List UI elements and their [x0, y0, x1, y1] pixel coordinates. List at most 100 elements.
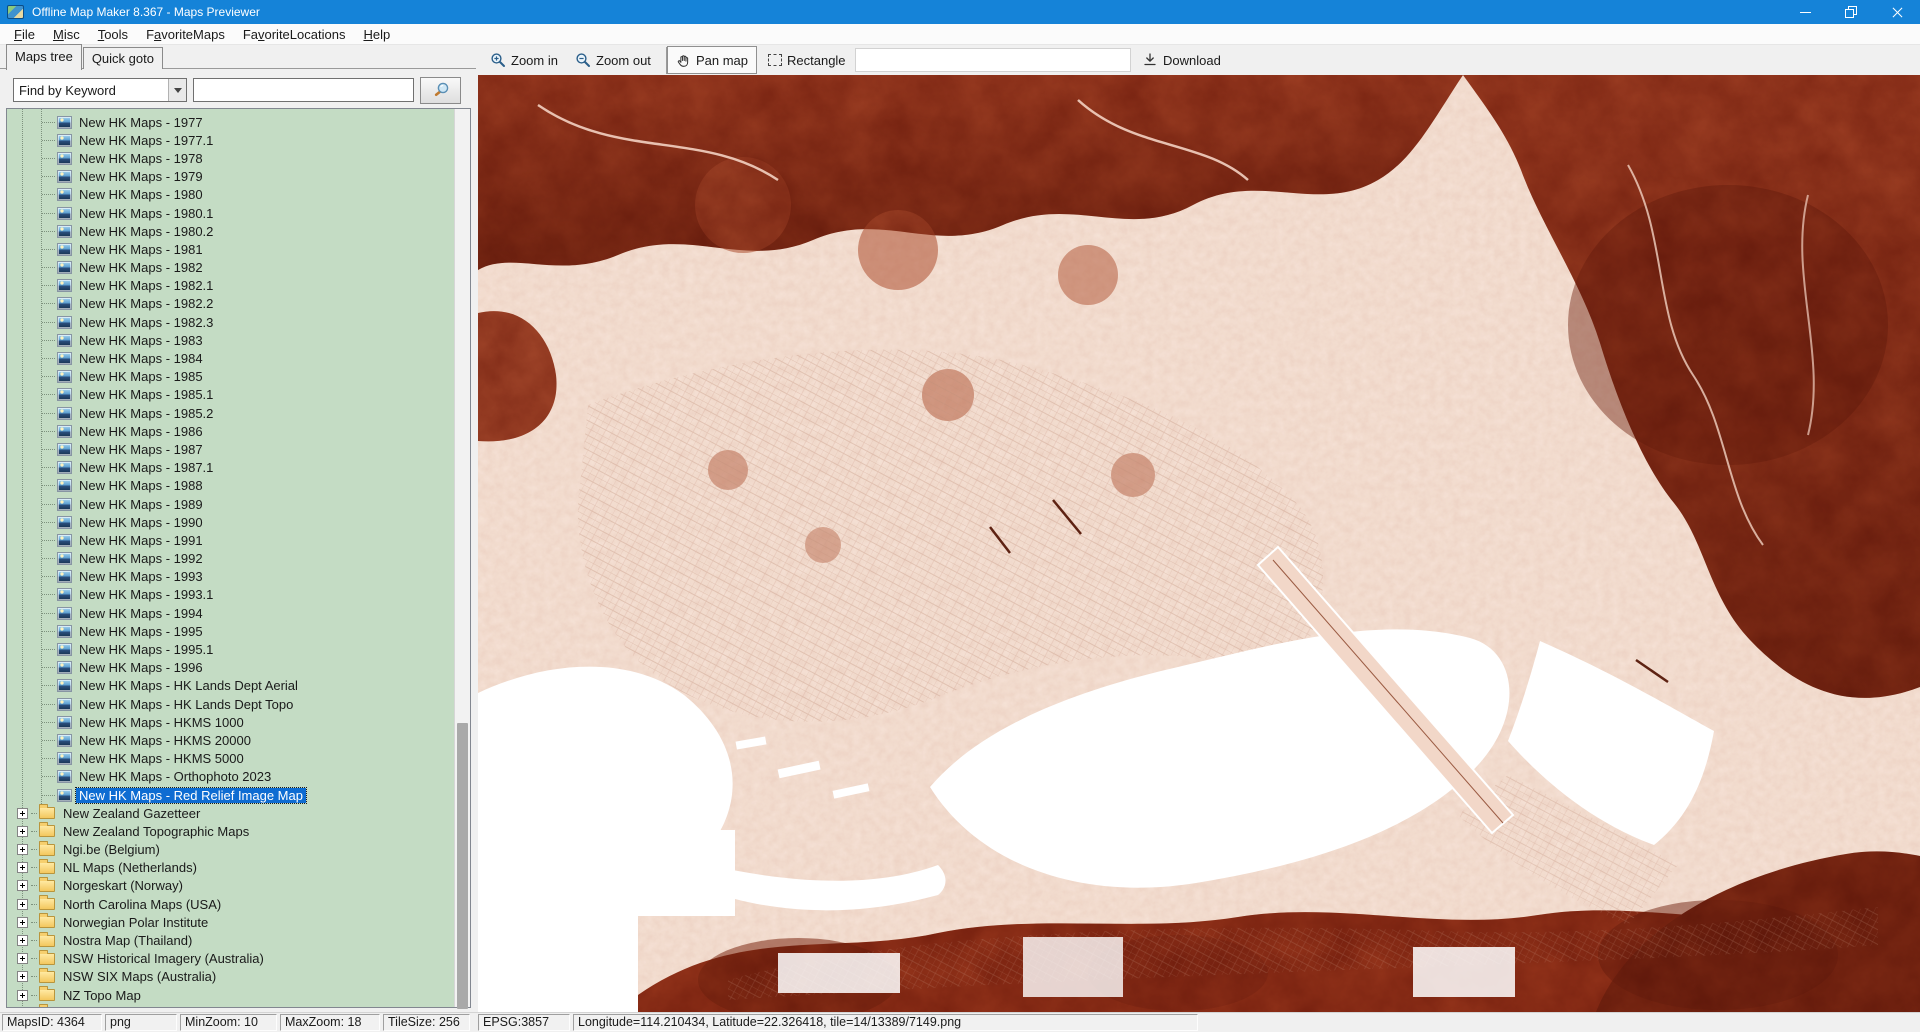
expand-icon[interactable] [17, 990, 28, 1001]
pan-map-button[interactable]: Pan map [667, 46, 757, 74]
tree-item[interactable]: New HK Maps - HKMS 5000 [7, 750, 454, 768]
menu-misc[interactable]: Misc [44, 25, 89, 44]
tree-item[interactable]: New HK Maps - 1987 [7, 440, 454, 458]
tree-folder-item[interactable]: Ngi.be (Belgium) [7, 841, 454, 859]
tree-item[interactable]: New HK Maps - 1985.1 [7, 386, 454, 404]
download-button[interactable]: Download [1138, 48, 1225, 72]
tree-folder-item[interactable]: New Zealand Gazetteer [7, 804, 454, 822]
menu-tools[interactable]: Tools [89, 25, 137, 44]
tree-item[interactable]: New HK Maps - 1995 [7, 622, 454, 640]
tree-connector [42, 285, 55, 286]
tree-connector [31, 922, 37, 923]
tree-item[interactable]: New HK Maps - 1989 [7, 495, 454, 513]
tree-item[interactable]: New HK Maps - 1980.1 [7, 204, 454, 222]
map-viewport[interactable] [478, 75, 1920, 1012]
tree-item-label: New HK Maps - 1977 [76, 115, 206, 130]
tree-connector [42, 340, 55, 341]
scrollbar-thumb[interactable] [457, 723, 468, 1009]
tree-item[interactable]: New HK Maps - 1984 [7, 349, 454, 367]
restore-button[interactable] [1828, 0, 1874, 24]
menu-favoritelocations[interactable]: FavoriteLocations [234, 25, 355, 44]
search-button[interactable] [420, 77, 461, 104]
tree-folder-label: NL Maps (Netherlands) [60, 860, 200, 875]
folder-icon [39, 880, 55, 892]
tree-item[interactable]: New HK Maps - 1979 [7, 168, 454, 186]
tree-item[interactable]: New HK Maps - 1985.2 [7, 404, 454, 422]
expand-icon[interactable] [17, 953, 28, 964]
tree-item[interactable]: New HK Maps - 1993.1 [7, 586, 454, 604]
tree-item[interactable]: New HK Maps - 1988 [7, 477, 454, 495]
tree-folder-item[interactable]: North Carolina Maps (USA) [7, 895, 454, 913]
tree-item[interactable]: New HK Maps - 1982.1 [7, 277, 454, 295]
keyword-search-input[interactable] [193, 78, 414, 102]
tree-item-label: New HK Maps - HKMS 5000 [76, 751, 247, 766]
tree-folder-item[interactable]: Nostra Map (Thailand) [7, 931, 454, 949]
tree-item[interactable]: New HK Maps - 1990 [7, 513, 454, 531]
tree-item[interactable]: New HK Maps - 1993 [7, 568, 454, 586]
tree-item[interactable]: New HK Maps - HKMS 1000 [7, 713, 454, 731]
menu-help[interactable]: Help [354, 25, 399, 44]
tree-item[interactable]: New HK Maps - 1980.2 [7, 222, 454, 240]
dropdown-arrow-button[interactable] [168, 79, 186, 101]
tab-quick-goto[interactable]: Quick goto [83, 47, 163, 69]
tree-item[interactable]: New HK Maps - HKMS 20000 [7, 731, 454, 749]
tree-item[interactable]: New HK Maps - 1985 [7, 368, 454, 386]
expand-icon[interactable] [17, 844, 28, 855]
tree-connector [42, 394, 55, 395]
tree-folder-item[interactable]: NL Maps (Netherlands) [7, 859, 454, 877]
tree-vertical-scrollbar[interactable] [454, 109, 470, 1007]
tree-item[interactable]: New HK Maps - 1981 [7, 240, 454, 258]
tree-folder-item[interactable]: NZ Topo Map [7, 986, 454, 1004]
tree-item[interactable]: New HK Maps - Orthophoto 2023 [7, 768, 454, 786]
minimize-button[interactable] [1782, 0, 1828, 24]
tree-item[interactable]: New HK Maps - 1994 [7, 604, 454, 622]
expand-icon[interactable] [17, 880, 28, 891]
tree-folder-item[interactable]: NSW Historical Imagery (Australia) [7, 950, 454, 968]
tree-item-label: New HK Maps - 1980.1 [76, 206, 216, 221]
expand-icon[interactable] [17, 971, 28, 982]
find-mode-dropdown[interactable]: Find by Keyword [13, 78, 187, 102]
menu-file[interactable]: File [5, 25, 44, 44]
tree-item[interactable]: New HK Maps - 1982.3 [7, 313, 454, 331]
tree-item[interactable]: New HK Maps - 1996 [7, 659, 454, 677]
zoom-in-button[interactable]: Zoom in [486, 48, 562, 72]
expand-icon[interactable] [17, 899, 28, 910]
expand-icon[interactable] [17, 917, 28, 928]
expand-icon[interactable] [17, 935, 28, 946]
tree-folder-item[interactable]: NSW SIX Maps (Australia) [7, 968, 454, 986]
tree-item-label: New HK Maps - 1982.1 [76, 278, 216, 293]
tree-connector [42, 558, 55, 559]
menu-favoritemaps[interactable]: FavoriteMaps [137, 25, 234, 44]
status-bar: MapsID: 4364pngMinZoom: 10MaxZoom: 18Til… [0, 1012, 1920, 1032]
tree-item[interactable]: New HK Maps - 1982 [7, 259, 454, 277]
tree-item[interactable]: New HK Maps - 1995.1 [7, 640, 454, 658]
tab-maps-tree[interactable]: Maps tree [6, 44, 82, 70]
tree-item[interactable]: New HK Maps - 1986 [7, 422, 454, 440]
expand-icon[interactable] [17, 808, 28, 819]
expand-icon[interactable] [17, 826, 28, 837]
tree-item[interactable]: New HK Maps - 1991 [7, 531, 454, 549]
tree-item-selected[interactable]: New HK Maps - Red Relief Image Map [7, 786, 454, 804]
close-button[interactable] [1874, 0, 1920, 24]
tree-item[interactable]: New HK Maps - 1977 [7, 113, 454, 131]
tree-item[interactable]: New HK Maps - 1977.1 [7, 131, 454, 149]
tree-item[interactable]: New HK Maps - HK Lands Dept Topo [7, 695, 454, 713]
tree-folder-item[interactable]: Omniscale [7, 1004, 454, 1007]
tree-list: New HK Maps - 1977New HK Maps - 1977.1Ne… [7, 109, 454, 1007]
tree-item[interactable]: New HK Maps - 1982.2 [7, 295, 454, 313]
tree-item[interactable]: New HK Maps - 1987.1 [7, 459, 454, 477]
tree-item[interactable]: New HK Maps - 1992 [7, 550, 454, 568]
tree-folder-item[interactable]: Norgeskart (Norway) [7, 877, 454, 895]
tree-item[interactable]: New HK Maps - 1983 [7, 331, 454, 349]
tree-folder-item[interactable]: New Zealand Topographic Maps [7, 822, 454, 840]
tree-folder-item[interactable]: Norwegian Polar Institute [7, 913, 454, 931]
map-canvas[interactable] [478, 75, 1920, 1012]
expand-icon[interactable] [17, 862, 28, 873]
tree-item[interactable]: New HK Maps - HK Lands Dept Aerial [7, 677, 454, 695]
tree-item[interactable]: New HK Maps - 1978 [7, 149, 454, 167]
rectangle-select-button[interactable]: Rectangle [764, 48, 850, 72]
tree-item[interactable]: New HK Maps - 1980 [7, 186, 454, 204]
folder-icon [39, 844, 55, 856]
toolbar-input[interactable] [855, 48, 1131, 72]
zoom-out-button[interactable]: Zoom out [571, 48, 655, 72]
